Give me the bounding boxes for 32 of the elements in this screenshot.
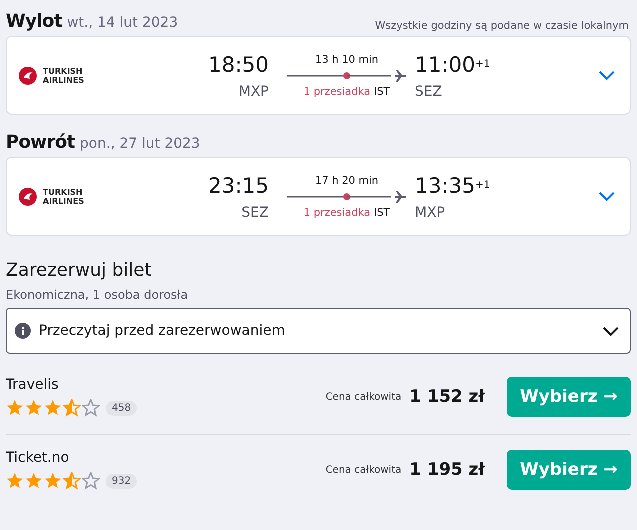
stopover-info: 1 przesiadka IST [304, 86, 390, 98]
notice-dropdown[interactable]: Przeczytaj przed zarezerwowaniem [6, 308, 631, 354]
price-label: Cena całkowita [326, 464, 402, 476]
stopover-info: 1 przesiadka IST [304, 206, 390, 218]
price: 1 195 zł [410, 460, 485, 480]
provider-name: Ticket.no [6, 450, 70, 466]
leg-date: pon., 27 lut 2023 [80, 136, 200, 152]
departure-time: 23:15 [208, 172, 269, 198]
provider-name: Travelis [6, 377, 60, 393]
departure-time: 18:50 [208, 52, 269, 78]
airline-logo-icon [19, 188, 37, 206]
airport-code: MXP [415, 204, 446, 220]
flight-duration: 17 h 20 min [315, 174, 379, 186]
leg-title: Wylot [6, 11, 62, 32]
fare-summary: Ekonomiczna, 1 osoba dorosła [6, 288, 190, 302]
airline-name: TURKISH AIRLINES [43, 66, 84, 84]
airline-name: TURKISH AIRLINES [43, 188, 84, 206]
price: 1 152 zł [410, 387, 485, 407]
chevron-down-icon[interactable] [602, 326, 620, 336]
review-count: 932 [106, 474, 138, 488]
flight-duration: 13 h 10 min [315, 54, 379, 66]
airport-code: SEZ [415, 84, 442, 100]
info-icon [15, 323, 31, 339]
timezone-note: Wszystkie godziny są podane w czasie lokalnym [375, 20, 629, 32]
price-label: Cena całkowita [326, 392, 402, 402]
review-count: 458 [106, 400, 138, 416]
airport-code: SEZ [242, 204, 269, 220]
airline-logo-icon [19, 66, 37, 84]
leg-title: Powrót [6, 132, 76, 153]
airport-code: MXP [238, 84, 269, 100]
leg-date: wt., 14 lut 2023 [67, 15, 178, 31]
section-title: Zarezerwuj bilet [6, 260, 153, 281]
